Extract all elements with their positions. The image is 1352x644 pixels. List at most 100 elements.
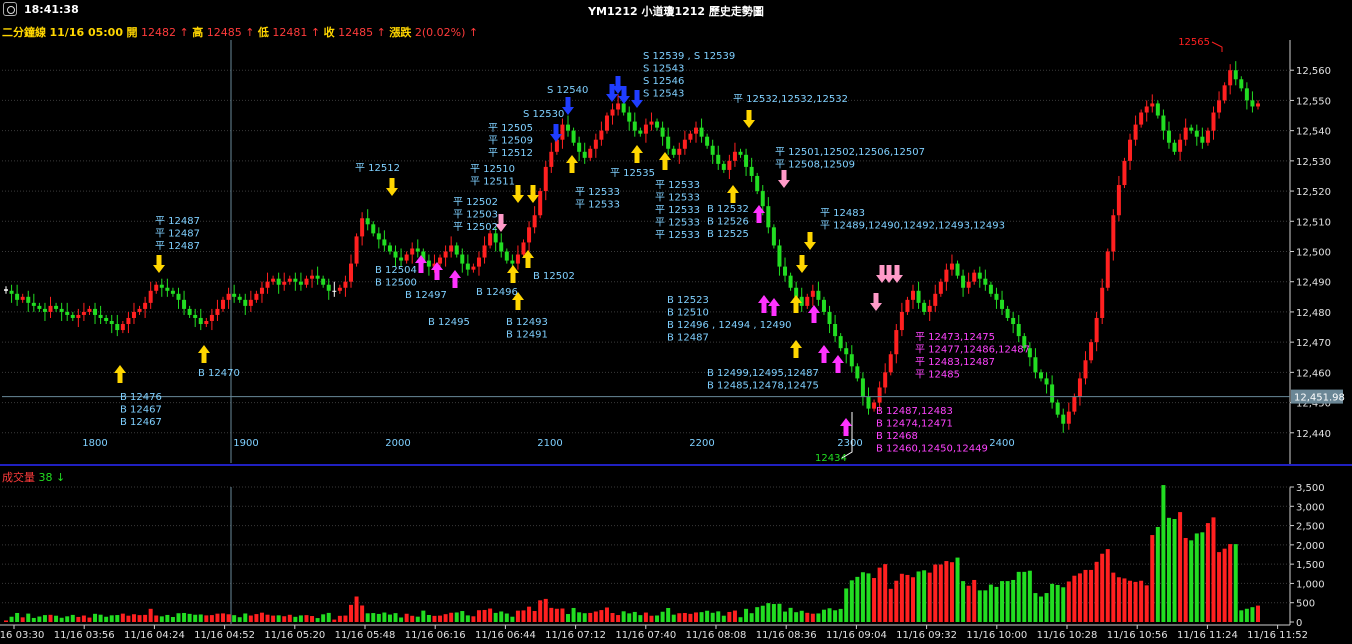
candle-body: [1200, 136, 1205, 143]
candle-body: [20, 296, 25, 300]
candle-body: [1194, 130, 1199, 137]
time-tick-label: 11/16 08:08: [686, 630, 747, 641]
time-tick-label: 11/16 05:48: [335, 630, 396, 641]
candle-body: [783, 266, 788, 276]
volume-bar: [760, 605, 765, 622]
order-annotation: 平 12505: [488, 123, 533, 134]
volume-bar: [187, 613, 192, 622]
arrow-up-icon: [818, 345, 830, 363]
arrow-down-icon: [527, 185, 539, 203]
candle-body: [54, 305, 59, 309]
volume-bar: [226, 614, 231, 622]
volume-bar: [454, 612, 459, 622]
candle-body: [643, 124, 648, 134]
arrow-up-icon: [449, 270, 461, 288]
volume-bar: [977, 590, 982, 622]
volume-bar: [599, 610, 604, 622]
volume-bar: [1172, 519, 1177, 622]
volume-bar: [170, 616, 175, 622]
volume-bar: [732, 610, 737, 622]
volume-bar: [476, 610, 481, 622]
candle-body: [221, 299, 226, 309]
arrow-up-icon: [659, 152, 671, 170]
volume-bar: [159, 616, 164, 622]
candle-body: [176, 293, 181, 300]
candle-body: [393, 251, 398, 258]
candle-body: [732, 151, 737, 161]
candle-body: [215, 308, 220, 315]
candle-body: [426, 260, 431, 267]
arrow-down-icon: [386, 178, 398, 196]
candle-body: [1116, 185, 1121, 216]
volume-bar: [432, 615, 437, 622]
candle-body: [705, 136, 710, 146]
volume-bar: [532, 611, 537, 622]
volume-bar: [204, 615, 209, 622]
period-marker-label: 2300: [837, 438, 862, 449]
order-annotation: B 12496: [476, 287, 518, 298]
candle-body: [905, 299, 910, 312]
volume-bar: [421, 610, 426, 622]
volume-bar: [1228, 544, 1233, 622]
candle-body: [1239, 79, 1244, 89]
candle-body: [855, 366, 860, 379]
price-tick-label: 12,460: [1296, 368, 1331, 379]
candle-body: [104, 317, 109, 321]
order-annotation: S 12546: [643, 76, 684, 87]
volume-bar: [560, 608, 565, 622]
order-annotation: B 12532: [707, 204, 749, 215]
volume-bar: [1038, 596, 1043, 622]
candle-body: [1000, 299, 1005, 309]
price-tick-label: 12,470: [1296, 338, 1331, 349]
candle-body: [148, 290, 153, 303]
order-annotation: 平 12477,12486,12487: [915, 345, 1030, 356]
order-annotation: B 12487: [667, 333, 709, 344]
candle-body: [560, 124, 565, 140]
volume-bar: [1166, 517, 1171, 622]
volume-bar: [1011, 579, 1016, 622]
candle-body: [883, 372, 888, 388]
volume-bar: [293, 616, 298, 622]
candle-body: [293, 278, 298, 282]
arrow-down-icon: [883, 265, 895, 283]
high-pointer: [1211, 41, 1223, 52]
volume-bar: [566, 614, 571, 622]
candle-body: [1183, 127, 1188, 140]
candle-body: [204, 320, 209, 325]
volume-bar: [215, 613, 220, 622]
candle-body: [15, 293, 20, 300]
candle-body: [833, 324, 838, 337]
candle-body: [1005, 308, 1010, 318]
candle-body: [788, 275, 793, 288]
volume-bar: [866, 573, 871, 622]
price-volume-chart[interactable]: 12,44012,45012,46012,47012,48012,49012,5…: [0, 0, 1352, 644]
candle-body: [198, 317, 203, 325]
candle-body: [120, 324, 125, 331]
volume-bar: [927, 572, 932, 622]
order-annotation: B 12500: [375, 278, 417, 289]
volume-bar: [365, 613, 370, 622]
period-marker-label: 2400: [989, 438, 1014, 449]
volume-bar: [387, 614, 392, 622]
volume-bar: [922, 570, 927, 622]
volume-bar: [1000, 581, 1005, 622]
candle-body: [510, 260, 515, 264]
candle-body: [1144, 106, 1149, 113]
candle-body: [760, 191, 765, 207]
candle-body: [549, 151, 554, 167]
volume-bar: [933, 564, 938, 622]
volume-bar: [232, 615, 237, 622]
volume-bar: [493, 612, 498, 622]
volume-bar: [321, 614, 326, 622]
candle-body: [866, 396, 871, 409]
candle-body: [972, 272, 977, 282]
volume-bar: [872, 578, 877, 622]
volume-bar: [888, 588, 893, 622]
candle-body: [360, 218, 365, 237]
candle-body: [922, 302, 927, 312]
volume-bar: [504, 613, 509, 622]
volume-bar: [771, 604, 776, 622]
arrow-up-icon: [758, 295, 770, 313]
candle-body: [1139, 112, 1144, 125]
volume-bar: [582, 613, 587, 622]
